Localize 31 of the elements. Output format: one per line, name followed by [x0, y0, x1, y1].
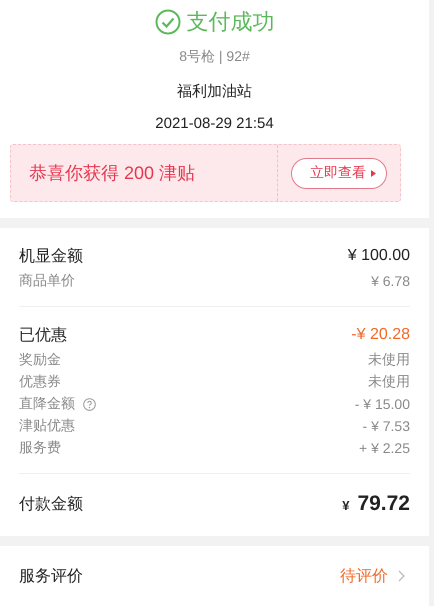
- total-label: 付款金额: [19, 494, 83, 514]
- total-amount: 79.72: [357, 492, 410, 516]
- payment-status: 支付成功: [186, 8, 274, 36]
- pump-info: 8号枪 | 92#: [179, 48, 250, 66]
- payment-time: 2021-08-29 21:54: [155, 115, 274, 132]
- row-value: ¥ 6.78: [371, 273, 410, 289]
- reward-message: 恭喜你获得 200 津贴: [28, 162, 196, 185]
- row-value: 未使用: [368, 351, 410, 369]
- row-label: 直降金额: [19, 395, 75, 413]
- review-status-link[interactable]: 待评价: [340, 566, 405, 586]
- row-value: + ¥ 2.25: [359, 440, 410, 456]
- row-label: 优惠券: [19, 373, 61, 391]
- view-now-button[interactable]: 立即查看: [291, 158, 387, 188]
- help-icon[interactable]: [83, 398, 96, 410]
- station-name: 福利加油站: [177, 82, 252, 101]
- currency-symbol: ¥: [342, 498, 350, 513]
- row-label: 服务费: [19, 439, 61, 457]
- row-label: 商品单价: [19, 272, 75, 290]
- caret-icon: [371, 170, 376, 176]
- row-value: ¥ 100.00: [348, 247, 410, 265]
- chevron-right-icon: [398, 570, 405, 582]
- row-value: 未使用: [368, 373, 410, 391]
- row-label: 津贴优惠: [19, 417, 75, 435]
- row-label: 奖励金: [19, 351, 61, 369]
- review-label: 服务评价: [19, 566, 83, 586]
- row-value: - ¥ 7.53: [362, 418, 410, 434]
- check-circle-icon: [154, 9, 180, 35]
- row-label: 机显金额: [19, 246, 83, 266]
- row-value: -¥ 20.28: [351, 326, 410, 344]
- row-value: - ¥ 15.00: [354, 396, 410, 412]
- row-label: 已优惠: [19, 326, 67, 346]
